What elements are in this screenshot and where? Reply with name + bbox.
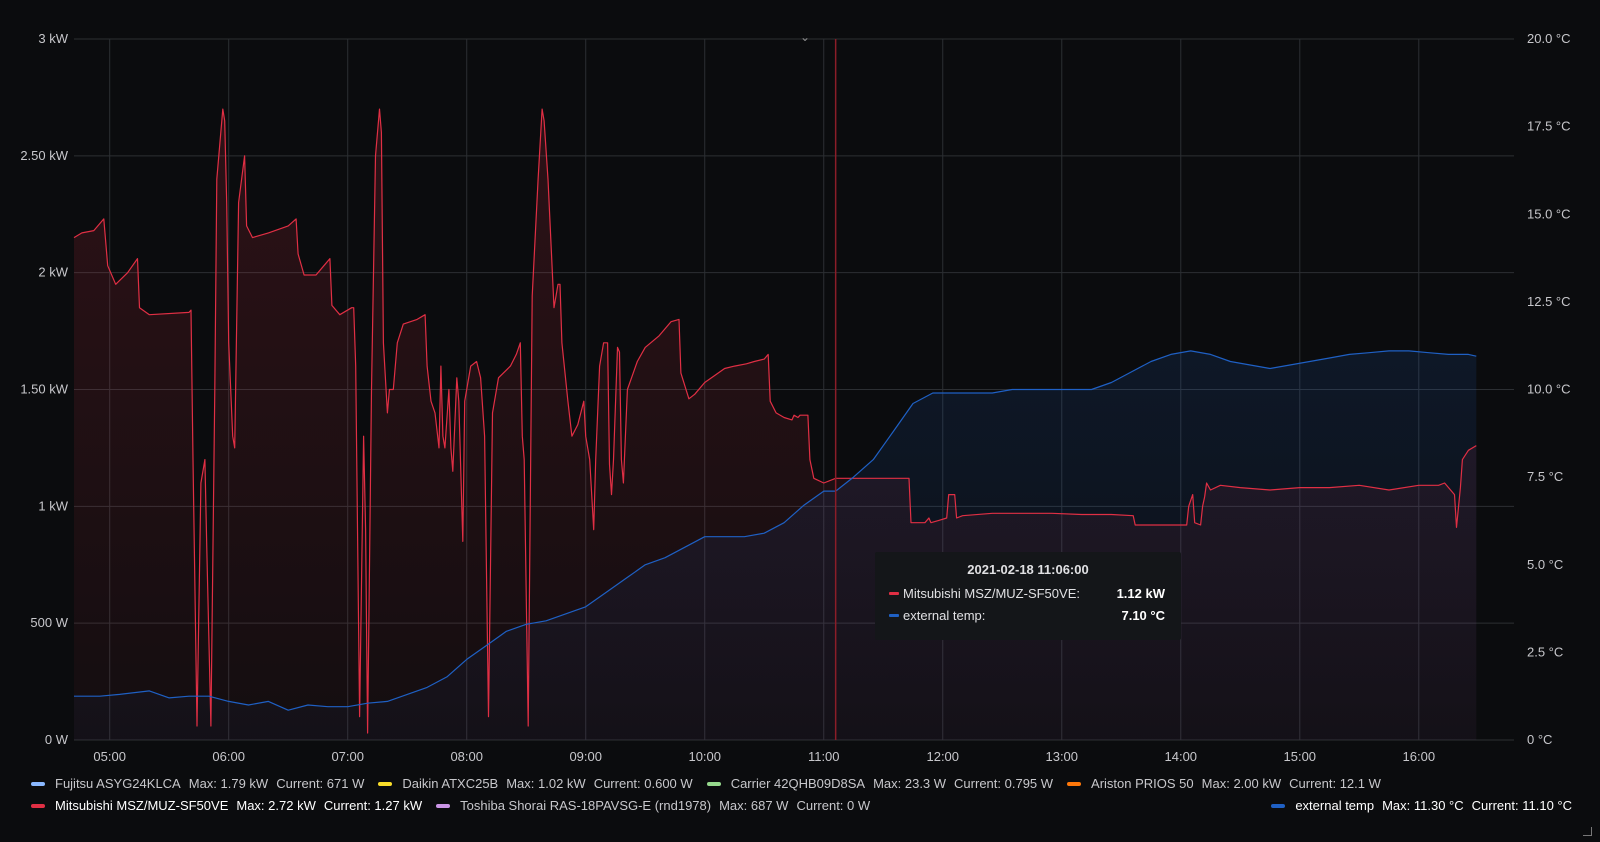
x-tick-label: 14:00 [1165, 749, 1198, 764]
tooltip-label: external temp: [903, 608, 986, 623]
legend-series-name: Mitsubishi MSZ/MUZ-SF50VE [55, 798, 229, 813]
chevron-down-icon[interactable]: ⌄ [800, 30, 810, 44]
legend-item-carrier[interactable]: Carrier 42QHB09D8SA Max: 23.3 W Current:… [706, 776, 1054, 791]
legend-series-name: Carrier 42QHB09D8SA [730, 776, 866, 791]
legend-current: Current: 11.10 °C [1471, 798, 1572, 813]
x-tick-label: 11:00 [808, 749, 840, 764]
tooltip-row-external-temp: external temp: 7.10 °C [889, 608, 1165, 623]
legend-current: Current: 671 W [276, 776, 365, 791]
graph-panel: 0 W 500 W 1 kW 1.50 kW 2 kW 2.50 kW 3 kW 0 °C 2… [0, 0, 1600, 842]
x-tick-label: 06:00 [212, 749, 245, 764]
y-left-tick-label: 0 W [45, 732, 69, 747]
y-right-tick-label: 7.5 °C [1527, 469, 1563, 484]
legend-item-mitsubishi[interactable]: Mitsubishi MSZ/MUZ-SF50VE Max: 2.72 kW C… [31, 798, 422, 813]
legend-series-name: Toshiba Shorai RAS-18PAVSG-E (rnd1978) [460, 798, 712, 813]
legend-right: external temp Max: 11.30 °C Current: 11.… [1271, 798, 1572, 813]
x-tick-label: 15:00 [1284, 749, 1317, 764]
legend-current: Current: 1.27 kW [323, 798, 423, 813]
x-tick-label: 10:00 [688, 749, 721, 764]
legend-row-1: Fujitsu ASYG24KLCA Max: 1.79 kW Current:… [31, 776, 1395, 791]
legend-swatch [1271, 803, 1286, 808]
legend-swatch [378, 781, 393, 786]
legend-swatch [436, 803, 451, 808]
y-right-tick-label: 2.5 °C [1527, 644, 1563, 659]
y-right-tick-label: 20.0 °C [1527, 31, 1571, 46]
legend-series-name: Daikin ATXC25B [402, 776, 499, 791]
x-axis: 05:00 06:00 07:00 08:00 09:00 10:00 11:00 12:00… [93, 749, 1435, 764]
tooltip-value: 7.10 °C [1121, 608, 1165, 623]
legend-row-2: Mitsubishi MSZ/MUZ-SF50VE Max: 2.72 kW C… [31, 798, 884, 813]
y-left-tick-label: 1.50 kW [20, 382, 68, 397]
legend-item-ariston[interactable]: Ariston PRIOS 50 Max: 2.00 kW Current: 1… [1067, 776, 1381, 791]
legend-max: Max: 687 W [719, 798, 789, 813]
x-tick-label: 12:00 [926, 749, 959, 764]
x-tick-label: 16:00 [1403, 749, 1436, 764]
y-right-tick-label: 15.0 °C [1527, 206, 1571, 221]
y-left-tick-label: 2.50 kW [20, 148, 68, 163]
legend-item-external-temp[interactable]: external temp Max: 11.30 °C Current: 11.… [1271, 798, 1572, 813]
hover-tooltip: 2021-02-18 11:06:00 Mitsubishi MSZ/MUZ-S… [875, 552, 1181, 640]
legend-item-toshiba[interactable]: Toshiba Shorai RAS-18PAVSG-E (rnd1978) M… [436, 798, 870, 813]
tooltip-swatch [889, 614, 899, 617]
legend-series-name: Ariston PRIOS 50 [1091, 776, 1194, 791]
tooltip-label: Mitsubishi MSZ/MUZ-SF50VE: [903, 586, 1080, 601]
y-right-tick-label: 0 °C [1527, 732, 1552, 747]
x-tick-label: 09:00 [569, 749, 602, 764]
legend-swatch [31, 781, 45, 786]
x-tick-label: 08:00 [450, 749, 483, 764]
legend-max: Max: 2.00 kW [1201, 776, 1282, 791]
y-left-tick-label: 1 kW [38, 498, 68, 513]
legend-max: Max: 1.79 kW [188, 776, 269, 791]
legend-max: Max: 11.30 °C [1382, 798, 1464, 813]
tooltip-time: 2021-02-18 11:06:00 [967, 562, 1089, 577]
legend-current: Current: 0.600 W [593, 776, 693, 791]
legend-swatch [1067, 781, 1082, 786]
tooltip-swatch [889, 592, 899, 595]
y-right-tick-label: 10.0 °C [1527, 382, 1571, 397]
y-left-tick-label: 3 kW [38, 31, 68, 46]
legend-swatch [706, 781, 721, 786]
legend-item-fujitsu[interactable]: Fujitsu ASYG24KLCA Max: 1.79 kW Current:… [31, 776, 364, 791]
y-right-tick-label: 12.5 °C [1527, 294, 1571, 309]
legend-series-name: external temp [1295, 798, 1375, 813]
legend-current: Current: 0.795 W [954, 776, 1054, 791]
legend-item-daikin[interactable]: Daikin ATXC25B Max: 1.02 kW Current: 0.6… [378, 776, 693, 791]
tooltip-row-mitsubishi: Mitsubishi MSZ/MUZ-SF50VE: 1.12 kW [889, 586, 1165, 601]
legend-current: Current: 0 W [796, 798, 871, 813]
legend-series-name: Fujitsu ASYG24KLCA [55, 776, 181, 791]
legend-current: Current: 12.1 W [1289, 776, 1381, 791]
right-y-axis: 0 °C 2.5 °C 5.0 °C 7.5 °C 10.0 °C 12.5 °C 15.0… [1527, 31, 1571, 747]
timeseries-chart[interactable]: 0 W 500 W 1 kW 1.50 kW 2 kW 2.50 kW 3 kW 0 °C 2… [0, 0, 1600, 842]
y-left-tick-label: 500 W [30, 615, 68, 630]
y-right-tick-label: 5.0 °C [1527, 557, 1563, 572]
y-right-tick-label: 17.5 °C [1527, 119, 1571, 134]
x-tick-label: 07:00 [331, 749, 364, 764]
x-tick-label: 13:00 [1045, 749, 1078, 764]
y-left-tick-label: 2 kW [38, 265, 68, 280]
legend-max: Max: 23.3 W [873, 776, 947, 791]
legend-max: Max: 2.72 kW [236, 798, 316, 813]
x-tick-label: 05:00 [93, 749, 126, 764]
legend-swatch [31, 803, 45, 808]
legend-max: Max: 1.02 kW [506, 776, 586, 791]
left-y-axis: 0 W 500 W 1 kW 1.50 kW 2 kW 2.50 kW 3 kW [20, 31, 68, 747]
tooltip-value: 1.12 kW [1116, 586, 1165, 601]
resize-handle[interactable] [1583, 827, 1592, 836]
series-areas [74, 109, 1477, 741]
